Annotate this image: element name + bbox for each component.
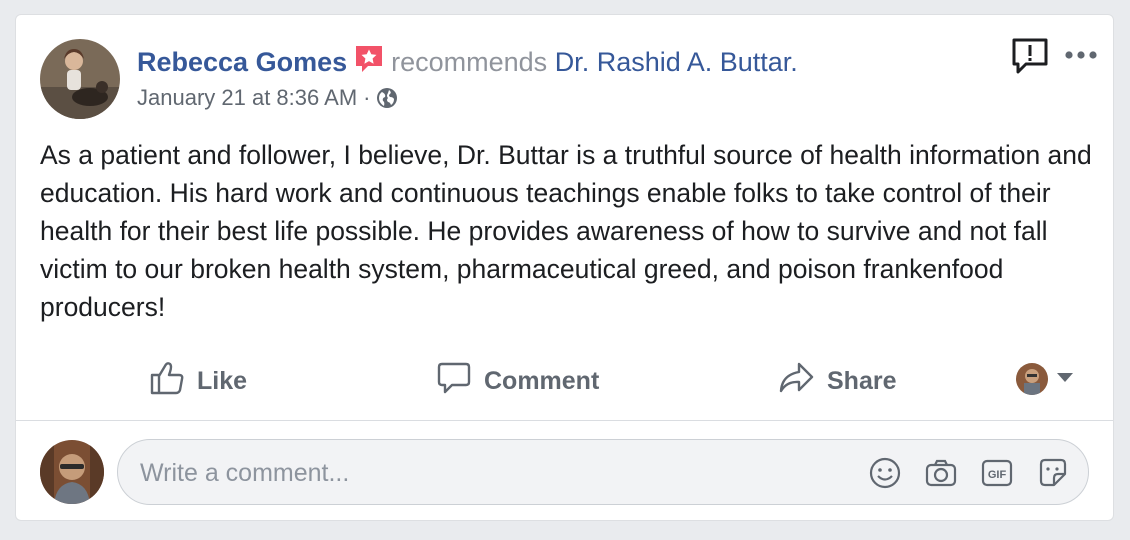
recommended-page-link[interactable]: Dr. Rashid A. Buttar. <box>555 47 798 77</box>
svg-text:GIF: GIF <box>988 469 1007 481</box>
viewer-avatar-small <box>1016 363 1048 395</box>
more-icon[interactable] <box>1061 42 1101 68</box>
like-button[interactable]: Like <box>149 361 247 401</box>
current-user-avatar[interactable] <box>40 440 104 504</box>
share-label: Share <box>827 366 897 395</box>
comment-label: Comment <box>484 366 600 395</box>
post-card: Rebecca Gomes recommends Dr. Rashid A. Bu… <box>15 14 1114 521</box>
camera-icon[interactable] <box>924 456 958 490</box>
post-body-text: As a patient and follower, I believe, Dr… <box>40 140 1092 322</box>
emoji-icon[interactable] <box>868 456 902 490</box>
recommends-verb: recommends <box>391 47 548 77</box>
post-header: Rebecca Gomes recommends Dr. Rashid A. Bu… <box>137 43 798 84</box>
post-actions-bar: Like Comment Share <box>16 361 1113 401</box>
post-timestamp[interactable]: January 21 at 8:36 AM <box>137 85 357 110</box>
report-icon[interactable] <box>1010 36 1050 76</box>
recommendation-badge-icon <box>353 43 385 84</box>
meta-separator: · <box>363 85 371 110</box>
author-name[interactable]: Rebecca Gomes <box>137 47 347 77</box>
comment-input[interactable] <box>138 440 842 506</box>
divider <box>16 420 1113 421</box>
globe-icon[interactable] <box>376 87 398 117</box>
share-icon <box>777 360 827 403</box>
comment-icon <box>436 360 484 403</box>
chevron-down-icon <box>1056 370 1074 388</box>
author-avatar[interactable] <box>40 39 120 119</box>
post-meta: January 21 at 8:36 AM · <box>137 83 398 117</box>
reaction-audience-selector[interactable] <box>1016 363 1074 395</box>
like-label: Like <box>197 366 248 395</box>
comment-composer: GIF <box>117 439 1089 506</box>
share-button[interactable]: Share <box>777 361 896 401</box>
comment-button[interactable]: Comment <box>436 361 599 401</box>
gif-icon[interactable]: GIF <box>980 456 1014 490</box>
sticker-icon[interactable] <box>1036 456 1070 490</box>
like-icon <box>149 360 197 403</box>
